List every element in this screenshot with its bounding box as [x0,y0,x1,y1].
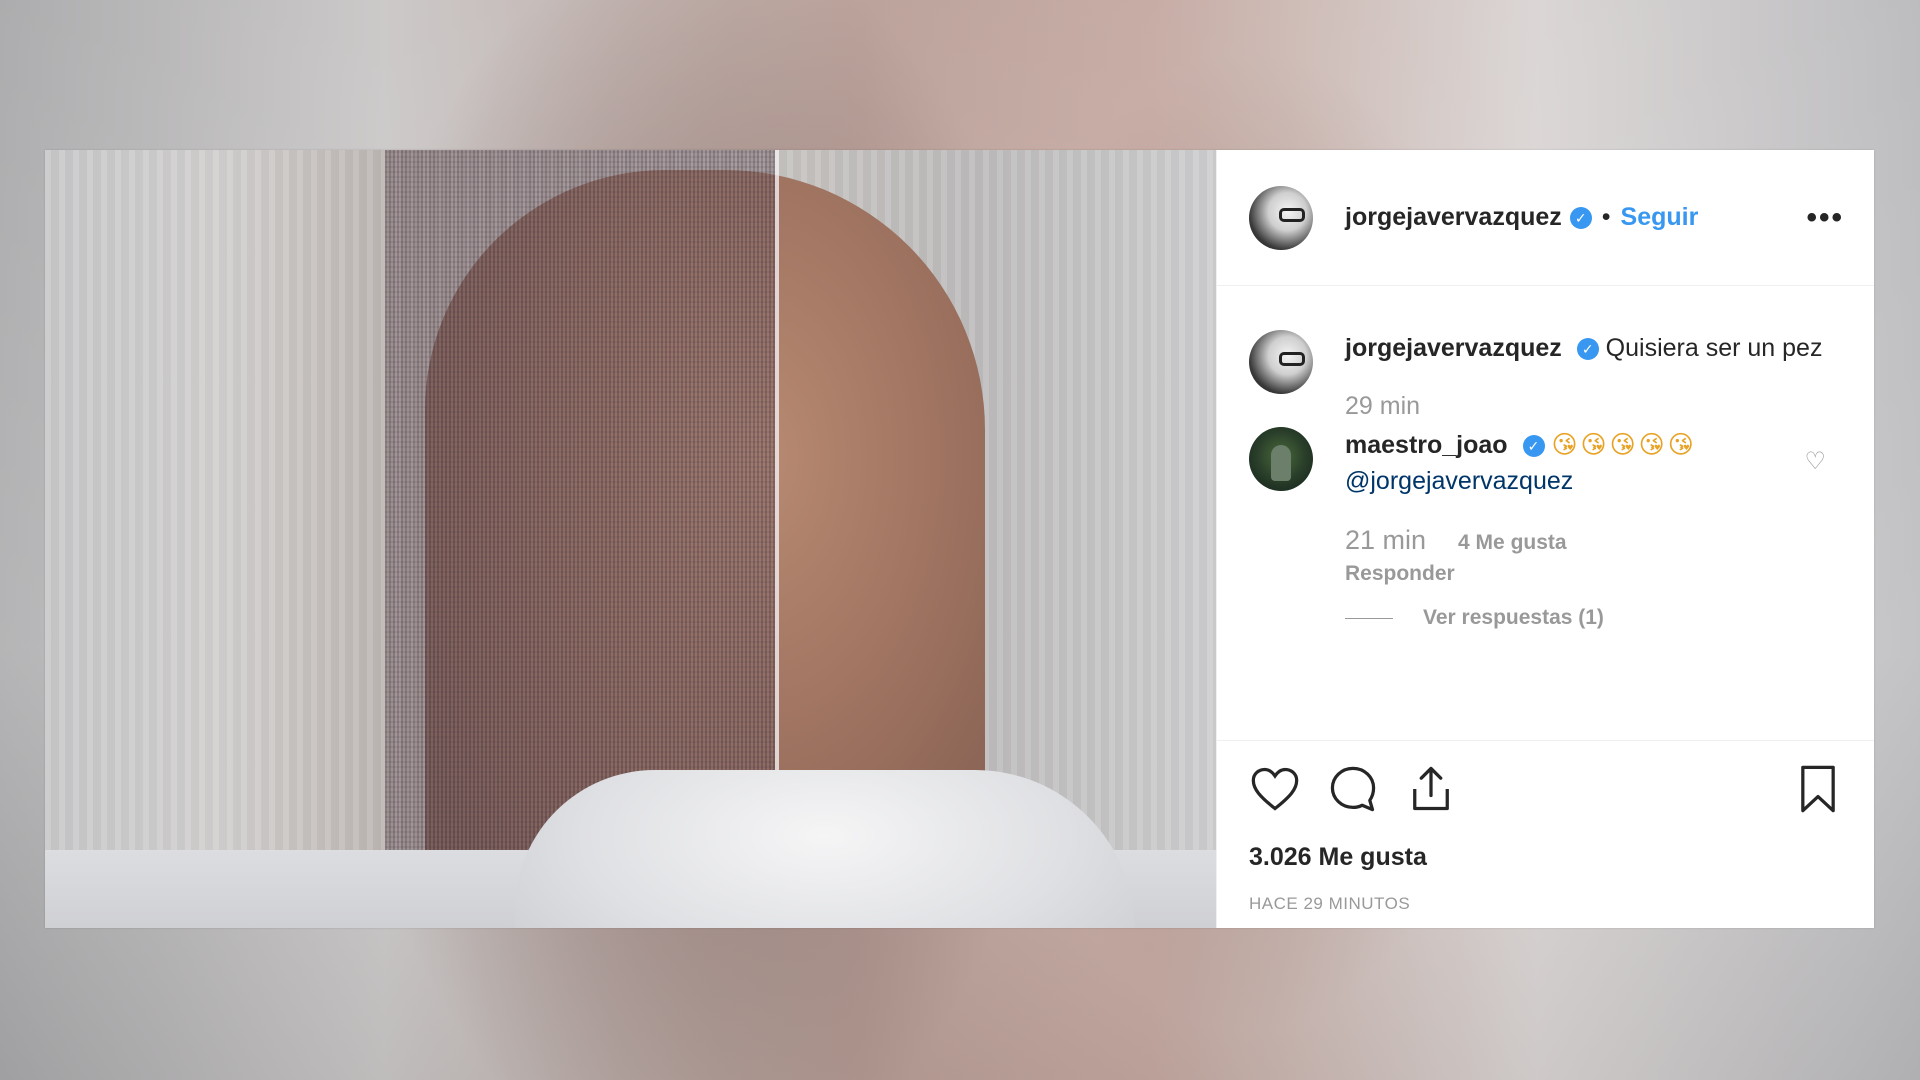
comments-section: jorgejavervazquez ✓ Quisiera ser un pez … [1217,286,1874,740]
author-username[interactable]: jorgejavervazquez [1345,203,1562,232]
view-replies-label: Ver respuestas (1) [1423,606,1604,629]
comment-likes[interactable]: 4 Me gusta [1458,531,1567,555]
instagram-post-card: jorgejavervazquez ✓ • Seguir ••• jorgeja… [45,150,1874,928]
post-sidebar: jorgejavervazquez ✓ • Seguir ••• jorgeja… [1216,150,1874,928]
post-header: jorgejavervazquez ✓ • Seguir ••• [1217,150,1874,286]
reply-button[interactable]: Responder [1345,562,1844,586]
follow-button[interactable]: Seguir [1621,203,1699,232]
avatar-glasses [1279,207,1305,222]
post-timestamp: HACE 29 MINUTOS [1249,894,1411,913]
comment-time[interactable]: 21 min [1345,525,1426,556]
comment-mention[interactable]: @jorgejavervazquez [1345,467,1573,495]
caption-avatar[interactable] [1249,330,1313,394]
caption-text: Quisiera ser un pez [1605,334,1823,362]
comment-item: maestro_joao ✓ 😘😘😘😘😘 @jorgejavervazquez … [1249,427,1844,630]
share-icon[interactable] [1405,763,1457,815]
verified-icon: ✓ [1522,435,1545,458]
post-actions: 3.026 Me gusta HACE 29 MINUTOS [1217,740,1874,928]
caption-text-block: jorgejavervazquez ✓ Quisiera ser un pez [1345,330,1844,366]
photo-sheet [515,770,1135,928]
caption-comment: jorgejavervazquez ✓ Quisiera ser un pez … [1249,330,1844,421]
header-separator: • [1601,203,1611,231]
bookmark-icon[interactable] [1792,763,1844,815]
comment-emojis: 😘😘😘😘😘 [1551,431,1697,459]
like-count[interactable]: 3.026 Me gusta [1249,843,1844,872]
comment-meta: 21 min 4 Me gusta [1345,525,1844,556]
more-options-icon[interactable]: ••• [1806,201,1844,235]
verified-icon: ✓ [1576,338,1599,361]
commenter-avatar[interactable] [1249,427,1313,491]
replies-divider [1345,617,1393,619]
avatar-glasses [1279,352,1305,366]
action-bar [1249,759,1844,819]
comment-text-block: maestro_joao ✓ 😘😘😘😘😘 @jorgejavervazquez [1345,427,1844,499]
avatar-person [1271,445,1291,481]
author-avatar[interactable] [1249,185,1313,250]
caption-time[interactable]: 29 min [1345,392,1844,421]
heart-icon[interactable] [1249,763,1301,815]
view-replies-button[interactable]: Ver respuestas (1) [1345,606,1844,630]
caption-username[interactable]: jorgejavervazquez [1345,334,1562,362]
comment-bubble-icon[interactable] [1327,763,1379,815]
comment-like-heart-icon[interactable]: ♡ [1804,447,1826,476]
verified-icon: ✓ [1569,206,1592,229]
post-photo[interactable] [45,150,1216,928]
commenter-username[interactable]: maestro_joao [1345,431,1508,459]
